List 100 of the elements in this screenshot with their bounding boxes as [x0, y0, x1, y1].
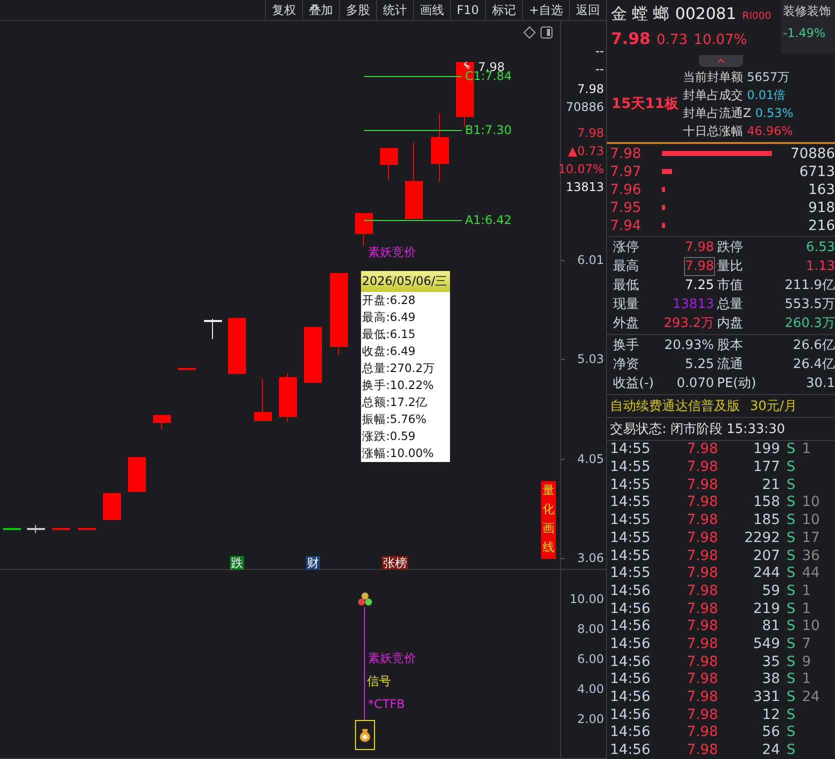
candlestick: [78, 528, 96, 530]
trade-side: S: [786, 706, 796, 723]
stat-value: 26.6亿: [793, 336, 835, 354]
tooltip-row-text: 涨幅:10.00%: [361, 445, 435, 462]
trade-price: 7.98: [686, 724, 718, 740]
trade-time: 14:55: [610, 476, 652, 493]
bid-volume: 163: [808, 182, 835, 198]
axis-label: 4.05: [577, 452, 604, 466]
price-change-percent: 10.07%: [694, 32, 748, 48]
trade-volume: 199: [753, 441, 780, 458]
bid-price: 7.95: [610, 200, 642, 216]
candlestick: [27, 525, 45, 533]
trade-side: S: [786, 530, 796, 546]
trade-side: S: [786, 618, 796, 634]
stat-label: 最低: [612, 276, 640, 294]
stat-label: 量比: [716, 258, 744, 275]
trade-price: 7.98: [686, 565, 718, 582]
trade-count: 7: [802, 636, 812, 652]
axis-label: 2.00: [577, 712, 604, 726]
tooltip-row-text: 最低:6.15: [361, 326, 416, 343]
trade-volume: 185: [753, 512, 780, 528]
sector-card[interactable]: 装修装饰 -1.49%: [781, 0, 835, 54]
stock-name: 金 螳 螂: [611, 4, 670, 25]
diamond-icon[interactable]: [523, 26, 536, 39]
trade-price: 7.98: [686, 742, 718, 758]
stat-label: 最高: [612, 258, 640, 275]
candlestick: [254, 379, 272, 421]
trade-side: S: [786, 600, 796, 617]
trade-side: S: [786, 671, 796, 688]
pointer-arrow-icon: [464, 62, 470, 70]
axis-label: 10.00: [570, 592, 604, 606]
stat-label: 涨停: [612, 238, 640, 256]
trade-time: 14:55: [610, 530, 652, 546]
trade-side: S: [786, 742, 796, 758]
trade-volume: 331: [753, 689, 780, 706]
promo-link[interactable]: 自动续费通达信普及版: [610, 396, 740, 415]
axis-label: ▲0.73: [568, 144, 604, 158]
trade-price: 7.98: [686, 654, 718, 670]
trade-price: 7.98: [686, 636, 718, 652]
axis-label: 7.98: [577, 126, 604, 140]
signal-text: 素妖竞价: [368, 651, 416, 666]
stat-label: 股本: [716, 336, 744, 354]
trade-time: 14:55: [610, 565, 652, 582]
trade-count: 10: [802, 494, 821, 510]
bid-volume-bar: [662, 223, 665, 228]
trade-time: 14:55: [610, 494, 652, 510]
trade-volume: 158: [753, 494, 780, 510]
stat-label: 内盘: [716, 314, 744, 332]
stat-label: 净资: [612, 356, 640, 373]
bid-price: 7.98: [610, 146, 642, 162]
trade-count: 10: [802, 618, 821, 634]
tooltip-row-text: 开盘:6.28: [361, 292, 416, 309]
level-label: A1:6.42: [465, 213, 512, 227]
trade-price: 7.98: [686, 441, 718, 458]
stat-value: 7.25: [685, 276, 714, 294]
axis-label: 8.00: [577, 622, 604, 636]
stat-value: 1.13: [806, 258, 835, 275]
bid-price: 7.97: [610, 164, 642, 180]
seal-label: 当前封单额: [683, 68, 743, 86]
stat-label: 跌停: [716, 238, 744, 256]
trade-time: 14:56: [610, 724, 652, 740]
tooltip-row-text: 涨跌:0.59: [361, 428, 416, 445]
axis-label: 70886: [566, 100, 604, 114]
trade-time: 14:56: [610, 689, 652, 706]
event-marker[interactable]: 跌: [230, 556, 244, 570]
tooltip-row-text: 总额:17.2亿: [361, 394, 428, 411]
candlestick: [3, 528, 21, 530]
candlestick: [103, 493, 121, 520]
trade-time: 14:56: [610, 654, 652, 670]
seal-label: 封单占成交: [683, 86, 743, 104]
event-marker[interactable]: 财: [306, 556, 320, 570]
candlestick: [431, 113, 449, 182]
event-marker[interactable]: 张榜: [382, 556, 408, 570]
stat-label: 外盘: [612, 314, 640, 332]
trading-status: 交易状态: 闭市阶段 15:33:30: [607, 418, 835, 441]
trade-volume: 177: [753, 459, 780, 476]
stat-value: 7.98: [685, 238, 714, 256]
seal-label: 封单占流通Z: [683, 104, 752, 122]
axis-label: 6.00: [577, 652, 604, 666]
panel-toggle-icon[interactable]: [540, 26, 553, 39]
stat-label: 收益(-): [612, 374, 655, 392]
stat-value: 6.53: [806, 238, 835, 256]
bid-volume: 216: [808, 218, 835, 234]
trade-price: 7.98: [686, 600, 718, 617]
chevron-up-icon: [717, 58, 725, 64]
candlestick: [380, 148, 398, 180]
stat-value: 20.93%: [664, 336, 714, 354]
trade-volume: 24: [762, 742, 780, 758]
trade-side: S: [786, 565, 796, 582]
stat-value: 293.2万: [664, 314, 714, 332]
current-price: 7.98: [611, 29, 650, 48]
stat-value: 30.1: [806, 374, 835, 392]
trade-volume: 207: [753, 548, 780, 564]
trade-volume: 59: [762, 582, 780, 599]
signal-label: 素妖竞价: [368, 245, 416, 259]
trade-time: 14:55: [610, 441, 652, 458]
tooltip-row-text: 总量:270.2万: [361, 360, 436, 377]
trade-time: 14:55: [610, 548, 652, 564]
trade-count: 1: [802, 671, 812, 688]
trade-volume: 56: [762, 724, 780, 740]
